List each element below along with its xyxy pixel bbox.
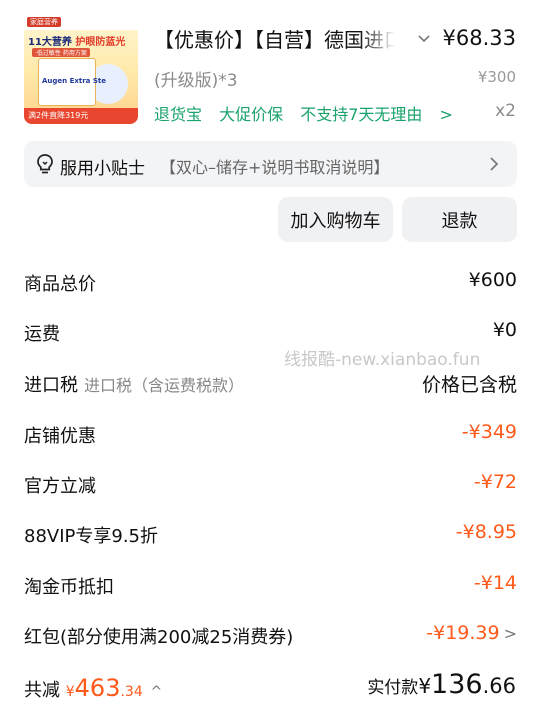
quantity: x2	[495, 101, 516, 121]
add-to-cart-button[interactable]: 加入购物车	[278, 197, 393, 242]
saved-label: 共减	[24, 680, 60, 701]
thumb-product-box: Augen Extra Ste	[38, 58, 106, 106]
original-price: ¥300	[477, 68, 516, 86]
thumb-tag: 家庭营养	[27, 17, 61, 27]
row-value: ¥0	[492, 319, 517, 341]
row-value: -¥72	[473, 471, 517, 493]
row-label: 运费	[24, 324, 60, 345]
total-saved[interactable]: 共减 ¥463.34 ^	[24, 674, 162, 702]
refund-button[interactable]: 退款	[402, 197, 517, 242]
summary-row-import-tax: 进口税 进口税（含运费税款） 价格已含税	[24, 367, 517, 397]
thumb-promo-strip: 满2件直降319元	[24, 108, 138, 124]
row-value: -¥19.39 >	[426, 622, 517, 644]
paid-decimal: .66	[482, 674, 516, 698]
row-sublabel: 进口税（含运费税款）	[84, 376, 245, 395]
summary-row-total: 商品总价 ¥600	[24, 266, 517, 296]
paid-integer: 136	[431, 669, 483, 700]
row-label: 红包(部分使用满200减25消费券)	[24, 627, 294, 648]
thumb-headline: 11大营养 护眼防蓝光	[28, 37, 126, 48]
service-tag: 退货宝	[154, 105, 203, 124]
row-value: -¥8.95	[455, 521, 517, 543]
chevron-right-icon: >	[503, 624, 517, 643]
summary-row-official-discount: 官方立减 -¥72	[24, 468, 517, 498]
row-value: -¥14	[473, 572, 517, 594]
summary-row-shipping: 运费 ¥0	[24, 316, 517, 346]
thumb-subline: ·低过敏性 药用方案	[32, 48, 90, 57]
chevron-up-icon: ^	[150, 684, 163, 700]
usage-tips-bar[interactable]: 服用小贴士 【双心–储存+说明书取消说明】	[24, 141, 517, 187]
row-label: 淘金币抵扣	[24, 577, 114, 598]
row-label: 官方立减	[24, 476, 96, 497]
product-spec: (升级版)*3	[154, 71, 238, 91]
title-fade	[360, 20, 410, 54]
order-footer: 共减 ¥463.34 ^ 实付款¥136.66	[0, 666, 540, 711]
product-thumbnail[interactable]: 家庭营养 11大营养 护眼防蓝光 ·低过敏性 药用方案 Augen Extra …	[24, 14, 138, 124]
service-tag: 不支持7天无理由	[300, 105, 423, 124]
summary-row-shop-discount: 店铺优惠 -¥349	[24, 418, 517, 448]
summary-row-red-packet[interactable]: 红包(部分使用满200减25消费券) -¥19.39 >	[24, 619, 517, 649]
tips-text: 【双心–储存+说明书取消说明】	[160, 158, 390, 177]
chevron-right-icon	[490, 157, 499, 171]
order-item-card[interactable]: 家庭营养 11大营养 护眼防蓝光 ·低过敏性 药用方案 Augen Extra …	[0, 0, 540, 135]
service-tags[interactable]: 退货宝 大促价保 不支持7天无理由 >	[154, 101, 453, 125]
summary-row-taojinbi: 淘金币抵扣 -¥14	[24, 569, 517, 599]
row-label: 进口税 进口税（含运费税款）	[24, 375, 245, 396]
tips-label: 服用小贴士	[60, 159, 145, 179]
unit-price: ¥68.33	[442, 26, 516, 50]
service-tag: 大促价保	[219, 105, 284, 124]
row-value: 价格已含税	[421, 374, 517, 396]
row-value: ¥600	[468, 269, 517, 291]
row-label: 商品总价	[24, 274, 96, 295]
chevron-down-icon[interactable]	[414, 28, 434, 48]
watermark: 线报酷-new.xianbao.fun	[284, 350, 481, 370]
summary-row-88vip: 88VIP专享9.5折 -¥8.95	[24, 518, 517, 548]
paid-currency: ¥	[418, 674, 432, 698]
row-value: -¥349	[461, 421, 517, 443]
amount-paid: 实付款¥136.66	[367, 669, 516, 700]
saved-amount: ¥463.34	[65, 674, 143, 702]
lightbulb-icon	[37, 154, 53, 174]
row-label: 88VIP专享9.5折	[24, 526, 159, 547]
chevron-right-icon: >	[439, 105, 453, 124]
paid-label: 实付款	[367, 678, 419, 698]
row-label: 店铺优惠	[24, 426, 96, 447]
